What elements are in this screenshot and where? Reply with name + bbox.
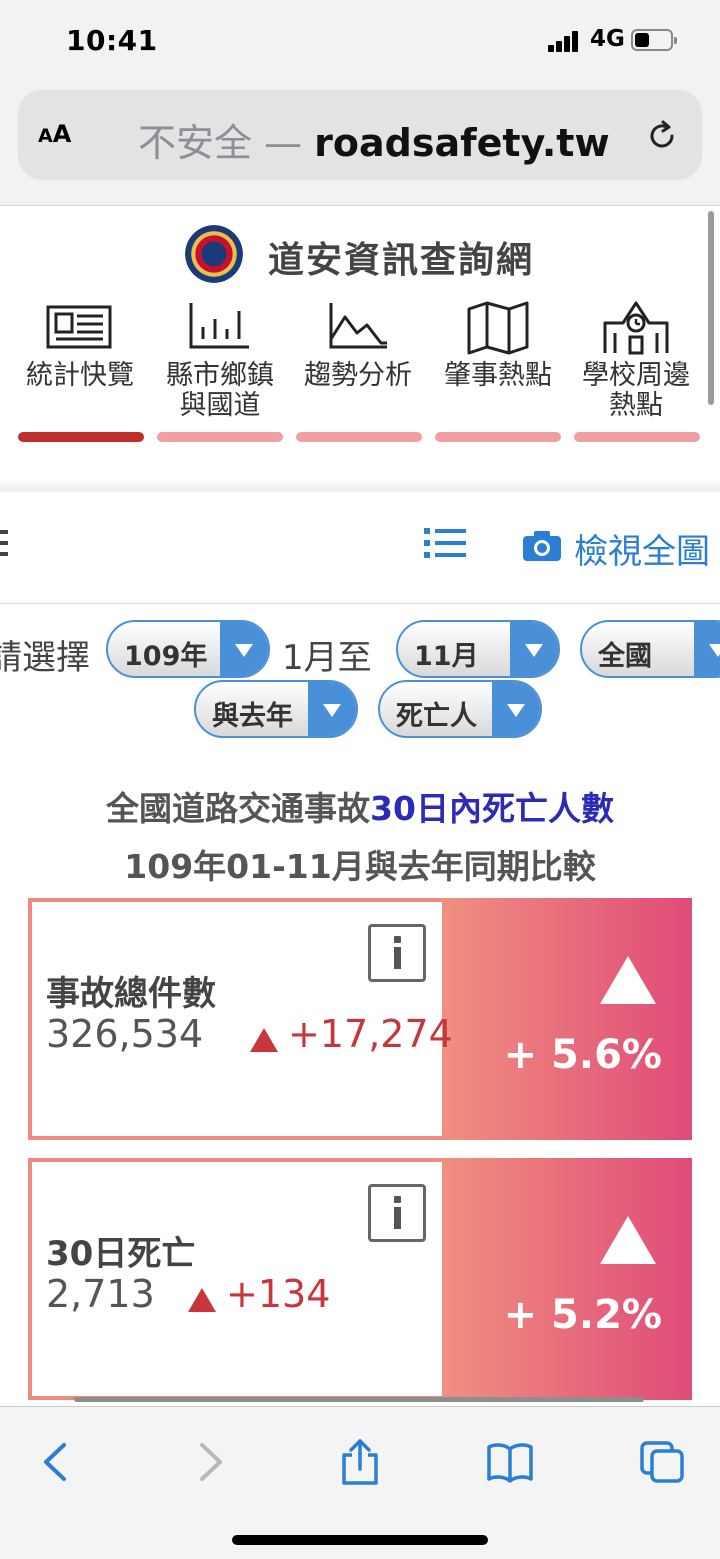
back-icon[interactable] [32, 1439, 80, 1485]
site-title: 道安資訊查詢網 [268, 240, 535, 281]
nav-label: 趨勢分析 [304, 360, 412, 391]
headline-subtitle: 109年01-11月與去年同期比較 [124, 847, 596, 886]
camera-icon[interactable] [522, 530, 562, 562]
compare-select[interactable]: 與去年 [194, 680, 358, 738]
school-icon [603, 301, 669, 355]
chevron-down-icon [492, 682, 540, 736]
nav-indicator [435, 432, 561, 442]
bookmarks-icon[interactable] [486, 1439, 534, 1485]
compare-select-value: 與去年 [212, 701, 293, 732]
nav-indicator-active [18, 432, 144, 442]
info-icon[interactable] [368, 924, 426, 982]
card-delta: +134 [226, 1272, 331, 1316]
signal-icon [548, 30, 580, 52]
nav-indicator [574, 432, 700, 442]
card-count: 2,713 [46, 1272, 155, 1316]
headline-prefix: 全國道路交通事故 [106, 789, 371, 828]
year-select-value: 109年 [124, 641, 208, 672]
newspaper-icon [46, 305, 112, 349]
region-select[interactable]: 全國 [580, 620, 720, 678]
stat-card-accidents: 事故總件數 326,534 +17,274 + 5.6% [28, 898, 692, 1140]
month-select[interactable]: 11月 [396, 620, 560, 678]
nav-label: 肇事熱點 [444, 360, 552, 391]
nav-label: 統計快覽 [26, 360, 134, 391]
region-select-value: 全國 [598, 641, 652, 672]
headline-title: 全國道路交通事故30日內死亡人數 [0, 782, 720, 830]
increase-arrow-icon [250, 1028, 278, 1052]
nav-item-trend[interactable]: 趨勢分析 [288, 299, 428, 391]
month-select-value: 11月 [414, 641, 479, 672]
site-logo [185, 225, 243, 283]
card-title: 事故總件數 [46, 974, 216, 1014]
nav-label: 學校周邊 熱點 [582, 360, 690, 421]
section-divider [0, 478, 720, 492]
status-bar: 10:41 4G [0, 0, 720, 84]
address-bar[interactable]: AA 不安全 — roadsafety.tw [18, 90, 702, 180]
url-insecure-label: 不安全 — [138, 121, 315, 165]
month-start-label: 1月至 [282, 638, 372, 678]
nav-item-hotspot[interactable]: 肇事熱點 [428, 299, 568, 391]
site-header: 道安資訊查詢網 統計快覽 縣市鄉鎮 與國道 趨勢分析 肇事熱點 學校周邊 熱點 [0, 207, 720, 490]
content-toolbar: 檢視全圖 [0, 492, 720, 604]
tabs-icon[interactable] [638, 1439, 686, 1485]
card-percent: + 5.2% [503, 1292, 662, 1338]
select-prompt: 請選擇 [0, 638, 90, 678]
card-count: 326,534 [46, 1012, 204, 1056]
share-icon[interactable] [336, 1439, 384, 1485]
menu-icon[interactable] [0, 528, 10, 558]
chevron-down-icon [308, 682, 356, 736]
list-icon[interactable] [424, 526, 466, 560]
area-chart-icon [329, 303, 387, 349]
reload-icon[interactable] [644, 118, 680, 154]
nav-indicator [157, 432, 283, 442]
nav-item-school[interactable]: 學校周邊 熱點 [566, 299, 706, 421]
increase-arrow-icon [600, 1216, 656, 1264]
metric-select-value: 死亡人 [396, 701, 477, 732]
home-indicator[interactable] [232, 1535, 488, 1545]
view-full-map-button[interactable]: 檢視全圖 [574, 524, 710, 573]
chevron-down-icon [694, 622, 720, 676]
nav-item-statistics[interactable]: 統計快覽 [10, 299, 150, 391]
increase-arrow-icon [600, 956, 656, 1004]
chevron-down-icon [220, 622, 268, 676]
increase-arrow-icon [188, 1288, 216, 1312]
status-time: 10:41 [66, 24, 158, 57]
card-percent-panel [442, 1158, 692, 1400]
url-text[interactable]: 不安全 — roadsafety.tw [138, 112, 610, 167]
card-delta: +17,274 [288, 1012, 453, 1056]
battery-icon [631, 29, 677, 51]
url-domain: roadsafety.tw [314, 121, 610, 165]
chevron-down-icon [510, 622, 558, 676]
browser-address-area: AA 不安全 — roadsafety.tw [0, 84, 720, 206]
reader-settings-button[interactable]: AA [38, 120, 71, 148]
forward-icon[interactable] [186, 1439, 234, 1485]
bar-chart-icon [189, 303, 249, 349]
stat-card-deaths: 30日死亡 2,713 +134 + 5.2% [28, 1158, 692, 1400]
nav-label: 縣市鄉鎮 與國道 [166, 360, 274, 421]
nav-indicator [296, 432, 422, 442]
network-type: 4G [590, 26, 625, 52]
browser-bottom-toolbar [0, 1406, 720, 1559]
card-percent-panel [442, 898, 692, 1140]
horizontal-scrollbar[interactable] [74, 1397, 644, 1402]
map-icon [467, 301, 529, 355]
headline-highlight: 30日內死亡人數 [370, 789, 614, 828]
nav-item-county-highway[interactable]: 縣市鄉鎮 與國道 [150, 299, 290, 421]
card-title: 30日死亡 [46, 1234, 196, 1274]
metric-select[interactable]: 死亡人 [378, 680, 542, 738]
year-select[interactable]: 109年 [106, 620, 270, 678]
card-percent: + 5.6% [503, 1032, 662, 1078]
vertical-scrollbar[interactable] [708, 211, 714, 405]
info-icon[interactable] [368, 1184, 426, 1242]
